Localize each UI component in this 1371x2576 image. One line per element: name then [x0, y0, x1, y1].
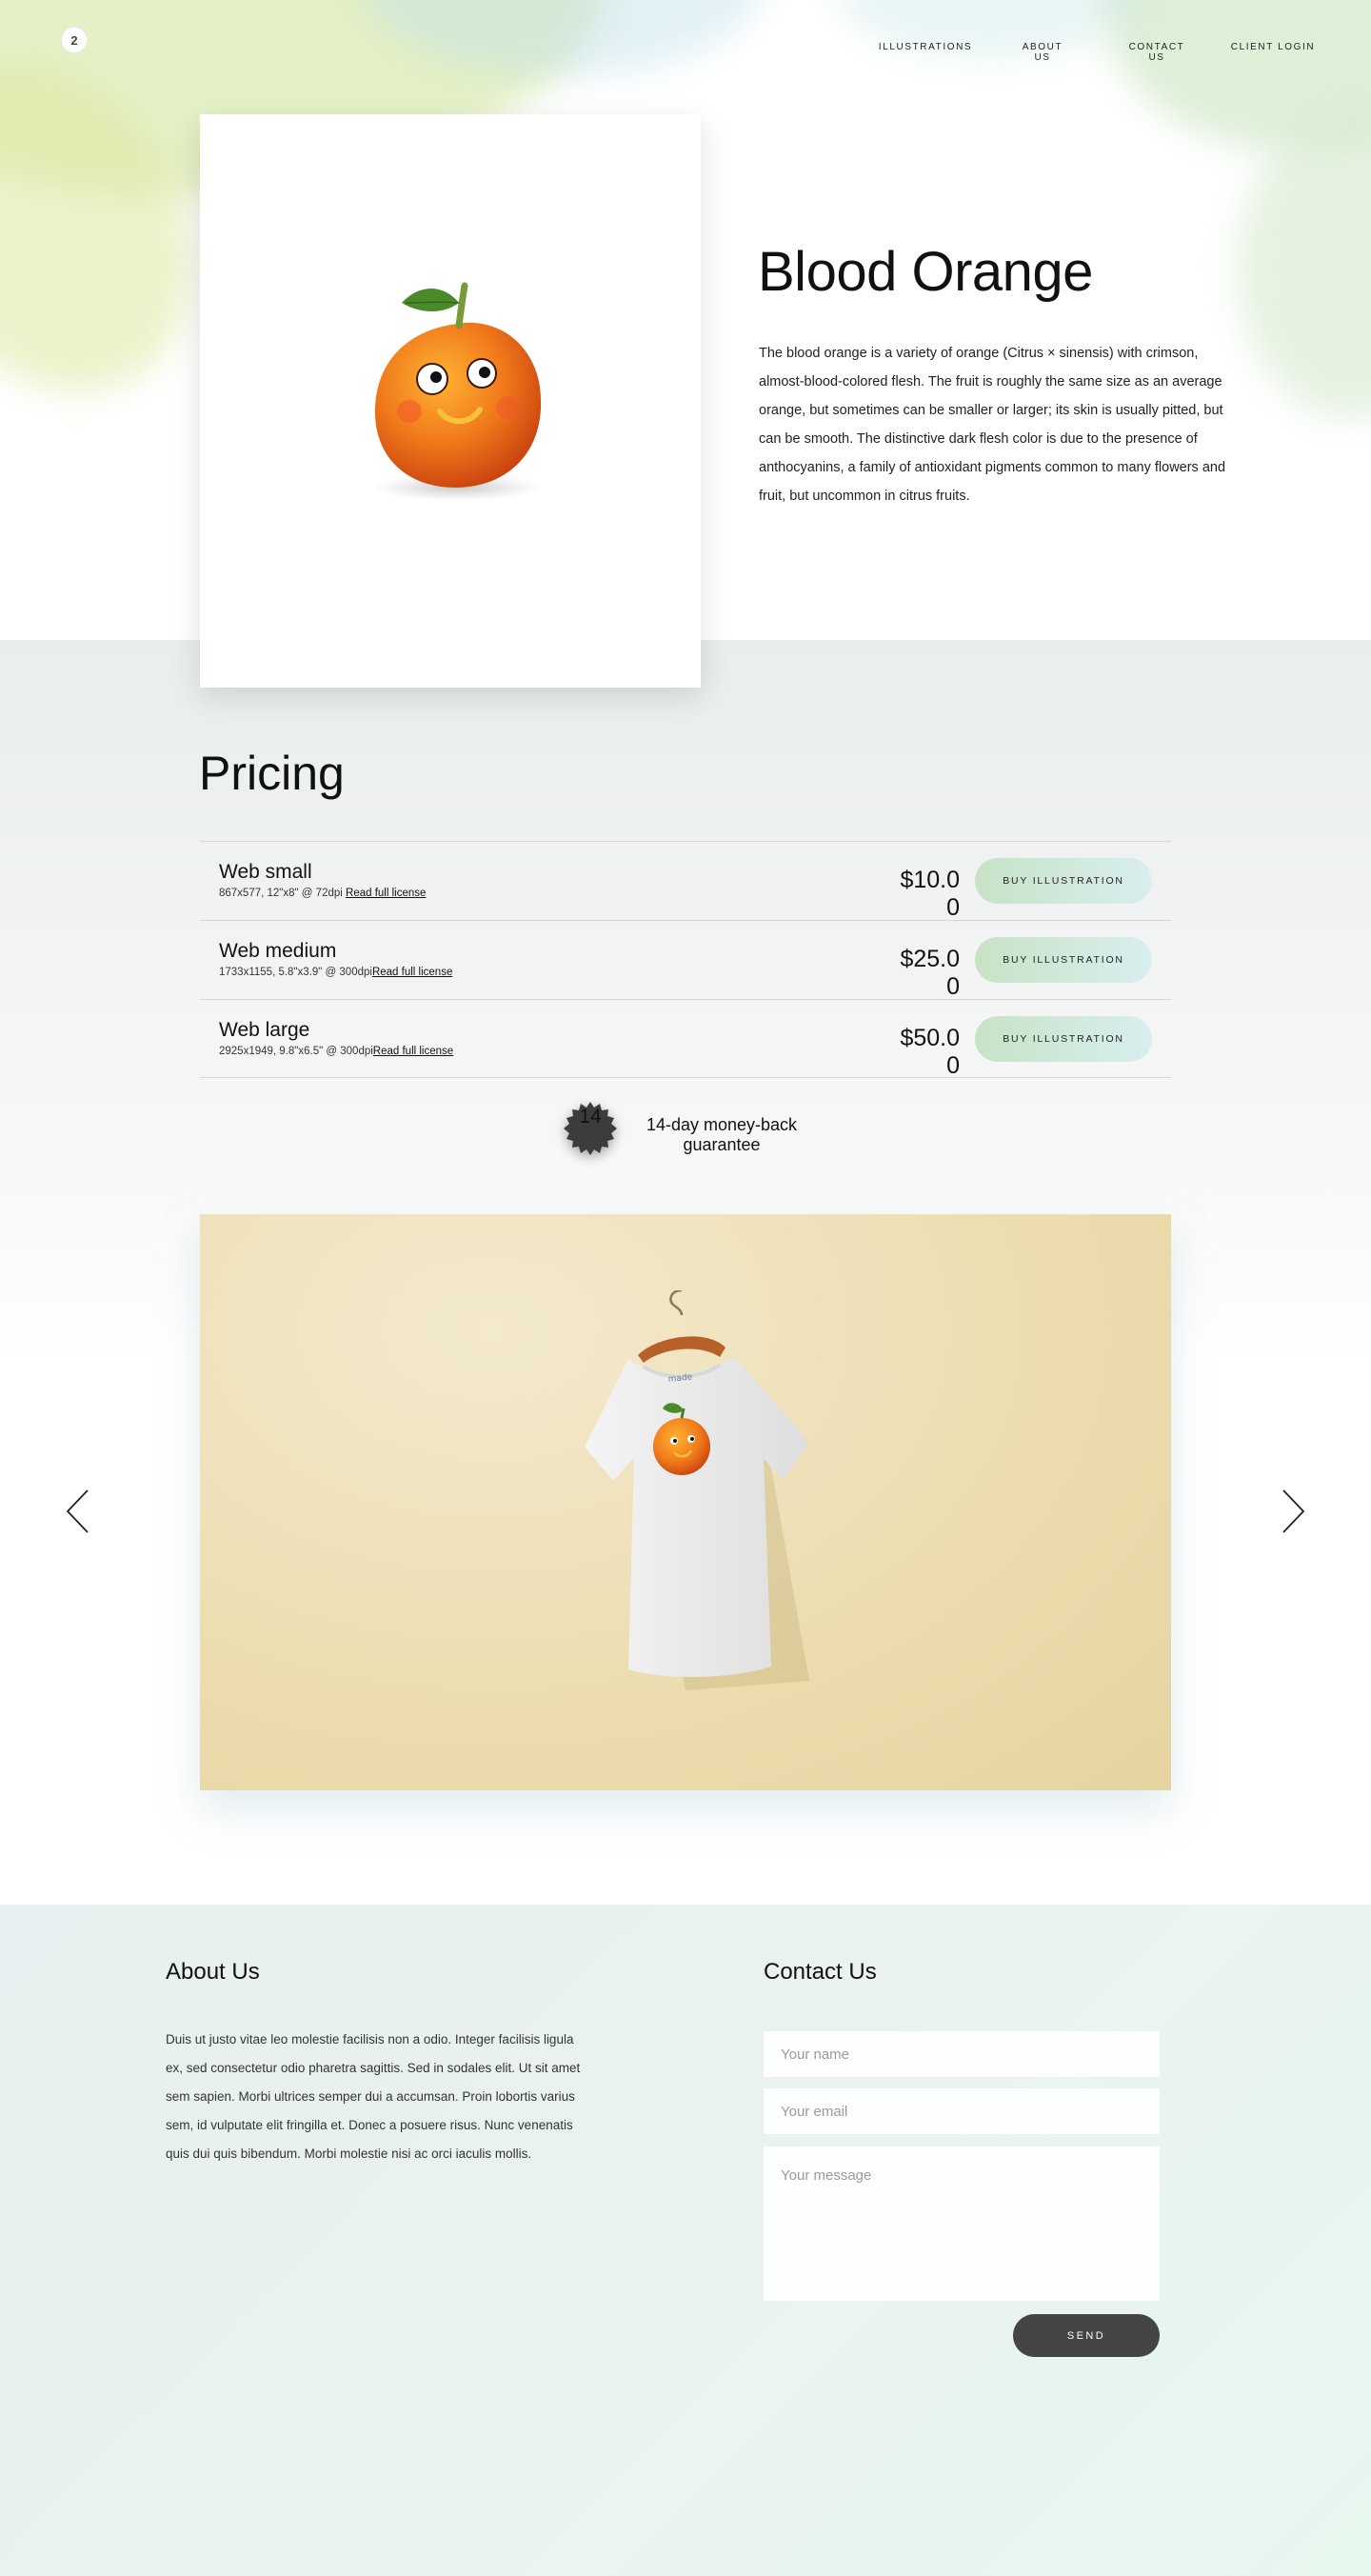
chevron-right-icon[interactable]	[1278, 1488, 1306, 1535]
illustration-card	[200, 114, 701, 688]
license-price: $25.00	[900, 946, 960, 1000]
guarantee-badge-number: 14	[579, 1106, 602, 1128]
main-nav: ILLUSTRATIONS ABOUT US CONTACT US CLIENT…	[0, 40, 1371, 69]
product-mockup-slide: made	[200, 1214, 1171, 1790]
guarantee-text: 14-day money-back guarantee	[646, 1115, 798, 1154]
illustration-description: The blood orange is a variety of orange …	[759, 346, 1226, 504]
page-title: Blood Orange	[758, 241, 1093, 303]
email-field[interactable]	[764, 2088, 1160, 2134]
license-spec-text: 1733x1155, 5.8"x3.9" @ 300dpi	[219, 967, 372, 978]
license-name: Web large	[219, 1019, 310, 1041]
tshirt-mockup-image: made	[585, 1290, 809, 1690]
nav-link-illustrations[interactable]: ILLUSTRATIONS	[876, 42, 975, 52]
nav-link-client-login[interactable]: CLIENT LOGIN	[1228, 42, 1318, 52]
watercolor-wash	[1238, 114, 1371, 419]
about-us-text: Duis ut justo vitae leo molestie facilis…	[166, 2032, 581, 2161]
nav-link-about-us[interactable]: ABOUT US	[1019, 42, 1066, 63]
send-button[interactable]: SEND	[1013, 2314, 1160, 2357]
pricing-row-web-large: Web large 2925x1949, 9.8"x6.5" @ 300dpiR…	[200, 999, 1171, 1079]
contact-us-title: Contact Us	[764, 1959, 877, 1985]
license-price: $50.00	[900, 1025, 960, 1079]
message-field[interactable]	[764, 2147, 1160, 2301]
license-spec: 867x577, 12"x8" @ 72dpi Read full licens…	[219, 888, 426, 899]
buy-illustration-button[interactable]: BUY ILLUSTRATION	[975, 1016, 1152, 1062]
pricing-row-web-small: Web small 867x577, 12"x8" @ 72dpi Read f…	[200, 841, 1171, 921]
license-spec: 2925x1949, 9.8"x6.5" @ 300dpiRead full l…	[219, 1046, 453, 1057]
footer-section	[0, 1905, 1371, 2576]
read-license-link[interactable]: Read full license	[372, 967, 452, 978]
name-field[interactable]	[764, 2031, 1160, 2077]
license-price: $10.00	[900, 867, 960, 921]
license-name: Web medium	[219, 940, 337, 962]
nav-link-contact-us[interactable]: CONTACT US	[1123, 42, 1190, 63]
buy-illustration-button[interactable]: BUY ILLUSTRATION	[975, 937, 1152, 983]
pricing-table: Web small 867x577, 12"x8" @ 72dpi Read f…	[200, 841, 1171, 1079]
license-spec-text: 867x577, 12"x8" @ 72dpi	[219, 888, 343, 899]
chevron-left-icon[interactable]	[65, 1488, 93, 1535]
blood-orange-illustration	[371, 282, 543, 501]
read-license-link[interactable]: Read full license	[346, 888, 426, 899]
read-license-link[interactable]: Read full license	[373, 1046, 453, 1057]
license-spec-text: 2925x1949, 9.8"x6.5" @ 300dpi	[219, 1046, 373, 1057]
license-spec: 1733x1155, 5.8"x3.9" @ 300dpiRead full l…	[219, 967, 452, 978]
pricing-title: Pricing	[199, 747, 345, 800]
money-back-guarantee: 14 14-day money-back guarantee	[562, 1100, 847, 1157]
license-name: Web small	[219, 861, 312, 883]
buy-illustration-button[interactable]: BUY ILLUSTRATION	[975, 858, 1152, 904]
pricing-row-web-medium: Web medium 1733x1155, 5.8"x3.9" @ 300dpi…	[200, 920, 1171, 1000]
about-us-title: About Us	[166, 1959, 260, 1985]
